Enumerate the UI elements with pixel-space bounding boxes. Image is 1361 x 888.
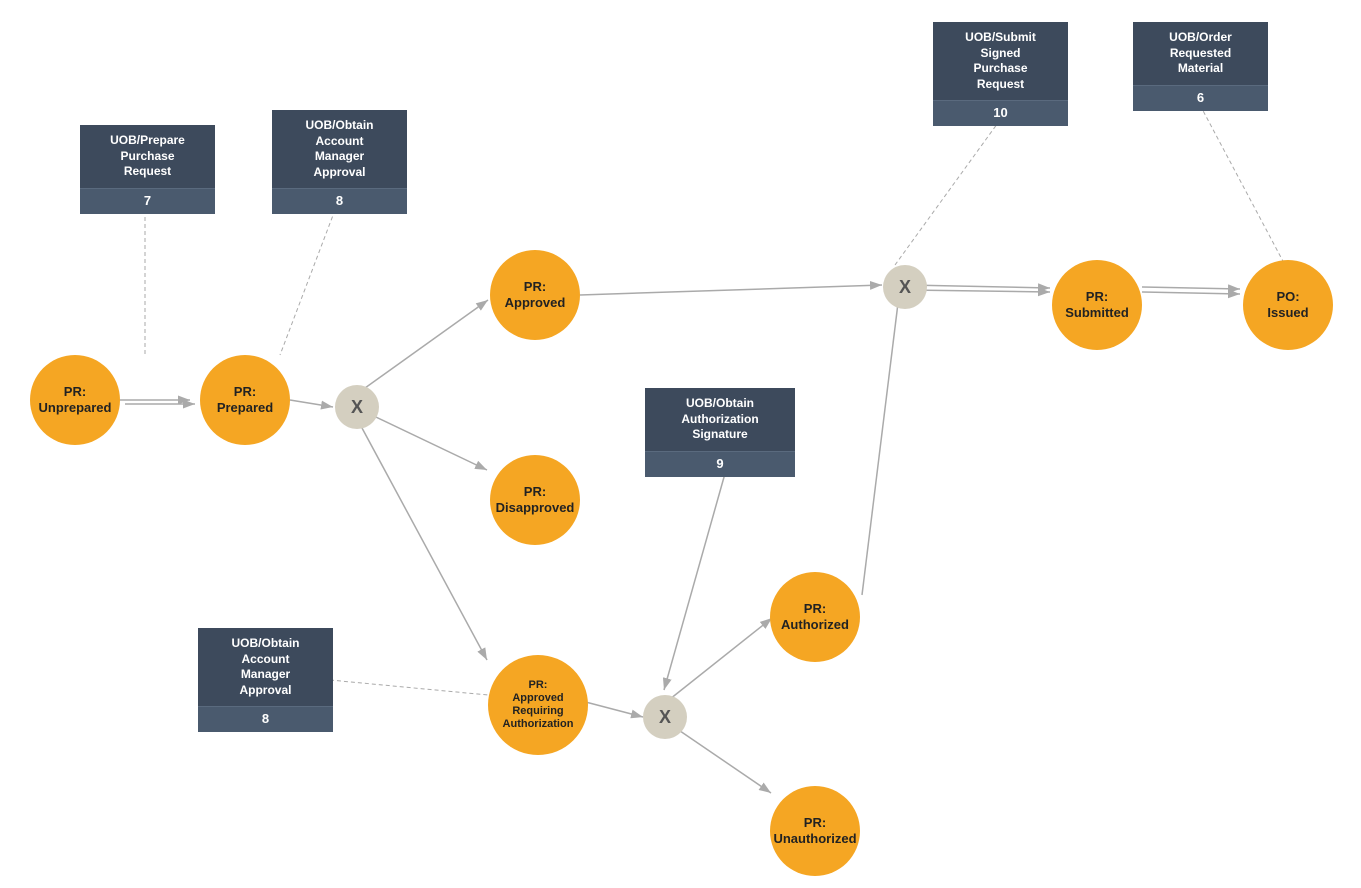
task-submit-number: 10 <box>933 100 1068 126</box>
diagram-container: PR:Unprepared PR:Prepared X PR:Approved … <box>0 0 1361 888</box>
task-submit-node: UOB/SubmitSignedPurchaseRequest 10 <box>933 22 1068 126</box>
pr-unauthorized-circle: PR:Unauthorized <box>770 786 860 876</box>
pr-authorized-node: PR:Authorized <box>770 572 860 662</box>
po-issued-circle: PO:Issued <box>1243 260 1333 350</box>
pr-approved-node: PR:Approved <box>490 250 580 340</box>
gate2-node: X <box>643 695 687 739</box>
pr-authorized-circle: PR:Authorized <box>770 572 860 662</box>
pr-prepared-label: PR:Prepared <box>217 384 273 415</box>
gate2-symbol: X <box>643 695 687 739</box>
task-obtain-auth-number: 9 <box>645 451 795 477</box>
task-order-title: UOB/OrderRequestedMaterial <box>1133 22 1268 85</box>
gate3-symbol: X <box>883 265 927 309</box>
pr-prepared-node: PR:Prepared <box>200 355 290 445</box>
task-submit-box: UOB/SubmitSignedPurchaseRequest 10 <box>933 22 1068 126</box>
task-obtain-auth-title: UOB/ObtainAuthorizationSignature <box>645 388 795 451</box>
pr-approved-req-node: PR:ApprovedRequiringAuthorization <box>488 655 588 755</box>
gate1-node: X <box>335 385 379 429</box>
pr-approved-req-label: PR:ApprovedRequiringAuthorization <box>503 679 574 732</box>
po-issued-node: PO:Issued <box>1243 260 1333 350</box>
gate3-node: X <box>883 265 927 309</box>
task-order-box: UOB/OrderRequestedMaterial 6 <box>1133 22 1268 111</box>
task-prepare-box: UOB/PreparePurchaseRequest 7 <box>80 125 215 214</box>
pr-approved-label: PR:Approved <box>505 279 566 310</box>
task-prepare-node: UOB/PreparePurchaseRequest 7 <box>80 125 215 214</box>
task-obtain-mgr2-node: UOB/ObtainAccountManagerApproval 8 <box>198 628 333 732</box>
po-issued-label: PO:Issued <box>1267 289 1308 320</box>
pr-unprepared-circle: PR:Unprepared <box>30 355 120 445</box>
gate1-symbol: X <box>335 385 379 429</box>
task-obtain-mgr2-number: 8 <box>198 706 333 732</box>
task-obtain-auth-node: UOB/ObtainAuthorizationSignature 9 <box>645 388 795 477</box>
task-obtain-mgr2-box: UOB/ObtainAccountManagerApproval 8 <box>198 628 333 732</box>
task-obtain-auth-box: UOB/ObtainAuthorizationSignature 9 <box>645 388 795 477</box>
task-order-number: 6 <box>1133 85 1268 111</box>
pr-submitted-node: PR:Submitted <box>1052 260 1142 350</box>
pr-approved-req-circle: PR:ApprovedRequiringAuthorization <box>488 655 588 755</box>
task-obtain-mgr1-title: UOB/ObtainAccountManagerApproval <box>272 110 407 188</box>
task-prepare-title: UOB/PreparePurchaseRequest <box>80 125 215 188</box>
task-obtain-mgr1-node: UOB/ObtainAccountManagerApproval 8 <box>272 110 407 214</box>
pr-authorized-label: PR:Authorized <box>781 601 849 632</box>
pr-submitted-circle: PR:Submitted <box>1052 260 1142 350</box>
pr-disapproved-label: PR:Disapproved <box>496 484 575 515</box>
task-prepare-number: 7 <box>80 188 215 214</box>
pr-unauthorized-node: PR:Unauthorized <box>770 786 860 876</box>
pr-disapproved-node: PR:Disapproved <box>490 455 580 545</box>
pr-submitted-label: PR:Submitted <box>1065 289 1129 320</box>
pr-approved-circle: PR:Approved <box>490 250 580 340</box>
task-submit-title: UOB/SubmitSignedPurchaseRequest <box>933 22 1068 100</box>
task-obtain-mgr1-box: UOB/ObtainAccountManagerApproval 8 <box>272 110 407 214</box>
pr-prepared-circle: PR:Prepared <box>200 355 290 445</box>
task-order-node: UOB/OrderRequestedMaterial 6 <box>1133 22 1268 111</box>
task-obtain-mgr1-number: 8 <box>272 188 407 214</box>
pr-unauthorized-label: PR:Unauthorized <box>773 815 856 846</box>
task-obtain-mgr2-title: UOB/ObtainAccountManagerApproval <box>198 628 333 706</box>
pr-unprepared-label: PR:Unprepared <box>39 384 112 415</box>
pr-disapproved-circle: PR:Disapproved <box>490 455 580 545</box>
pr-unprepared-node: PR:Unprepared <box>30 355 120 445</box>
